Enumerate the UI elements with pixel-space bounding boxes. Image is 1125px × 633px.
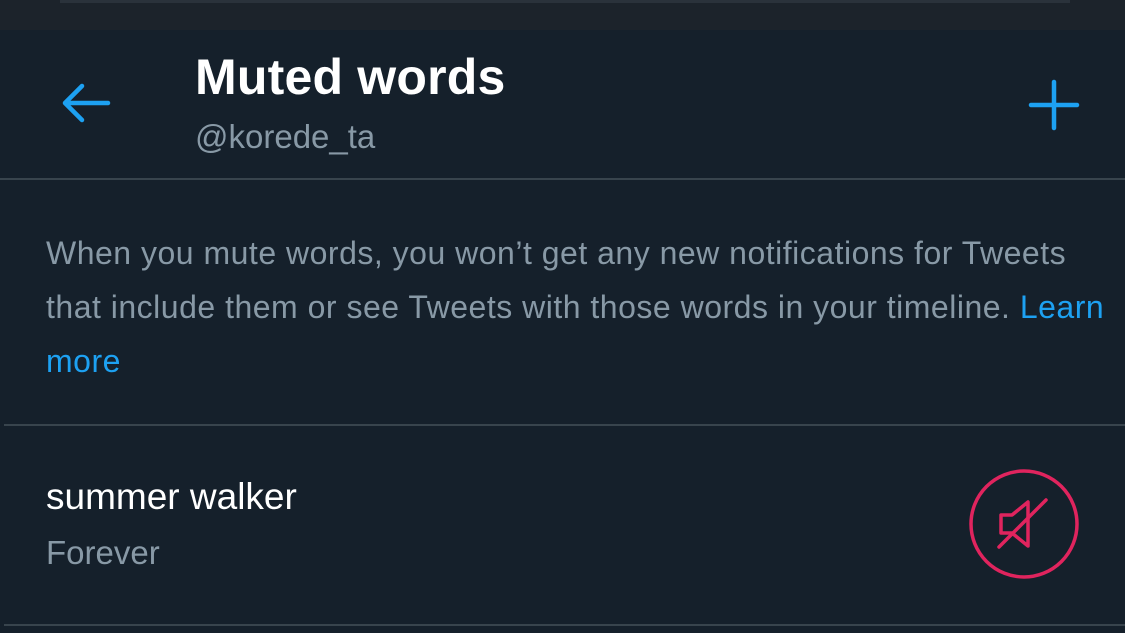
info-description: When you mute words, you won’t get any n… [46, 235, 1067, 325]
plus-icon [1028, 79, 1080, 131]
unmute-button[interactable] [968, 468, 1080, 580]
account-handle: @korede_ta [195, 118, 376, 155]
muted-word-text: summer walker [46, 476, 297, 517]
top-strip-line [60, 0, 1070, 3]
muted-word-row[interactable]: summer walker Forever [0, 426, 1125, 624]
muted-word-duration: Forever [46, 534, 160, 571]
header-divider [0, 178, 1125, 180]
arrow-left-icon [62, 83, 111, 123]
top-strip [0, 0, 1125, 30]
back-button[interactable] [58, 80, 114, 126]
page-title: Muted words [195, 49, 506, 105]
row-divider [4, 624, 1125, 626]
info-text: When you mute words, you won’t get any n… [46, 226, 1106, 388]
speaker-muted-icon [969, 469, 1079, 579]
add-muted-word-button[interactable] [1025, 76, 1083, 134]
header: Muted words @korede_ta [0, 30, 1125, 178]
